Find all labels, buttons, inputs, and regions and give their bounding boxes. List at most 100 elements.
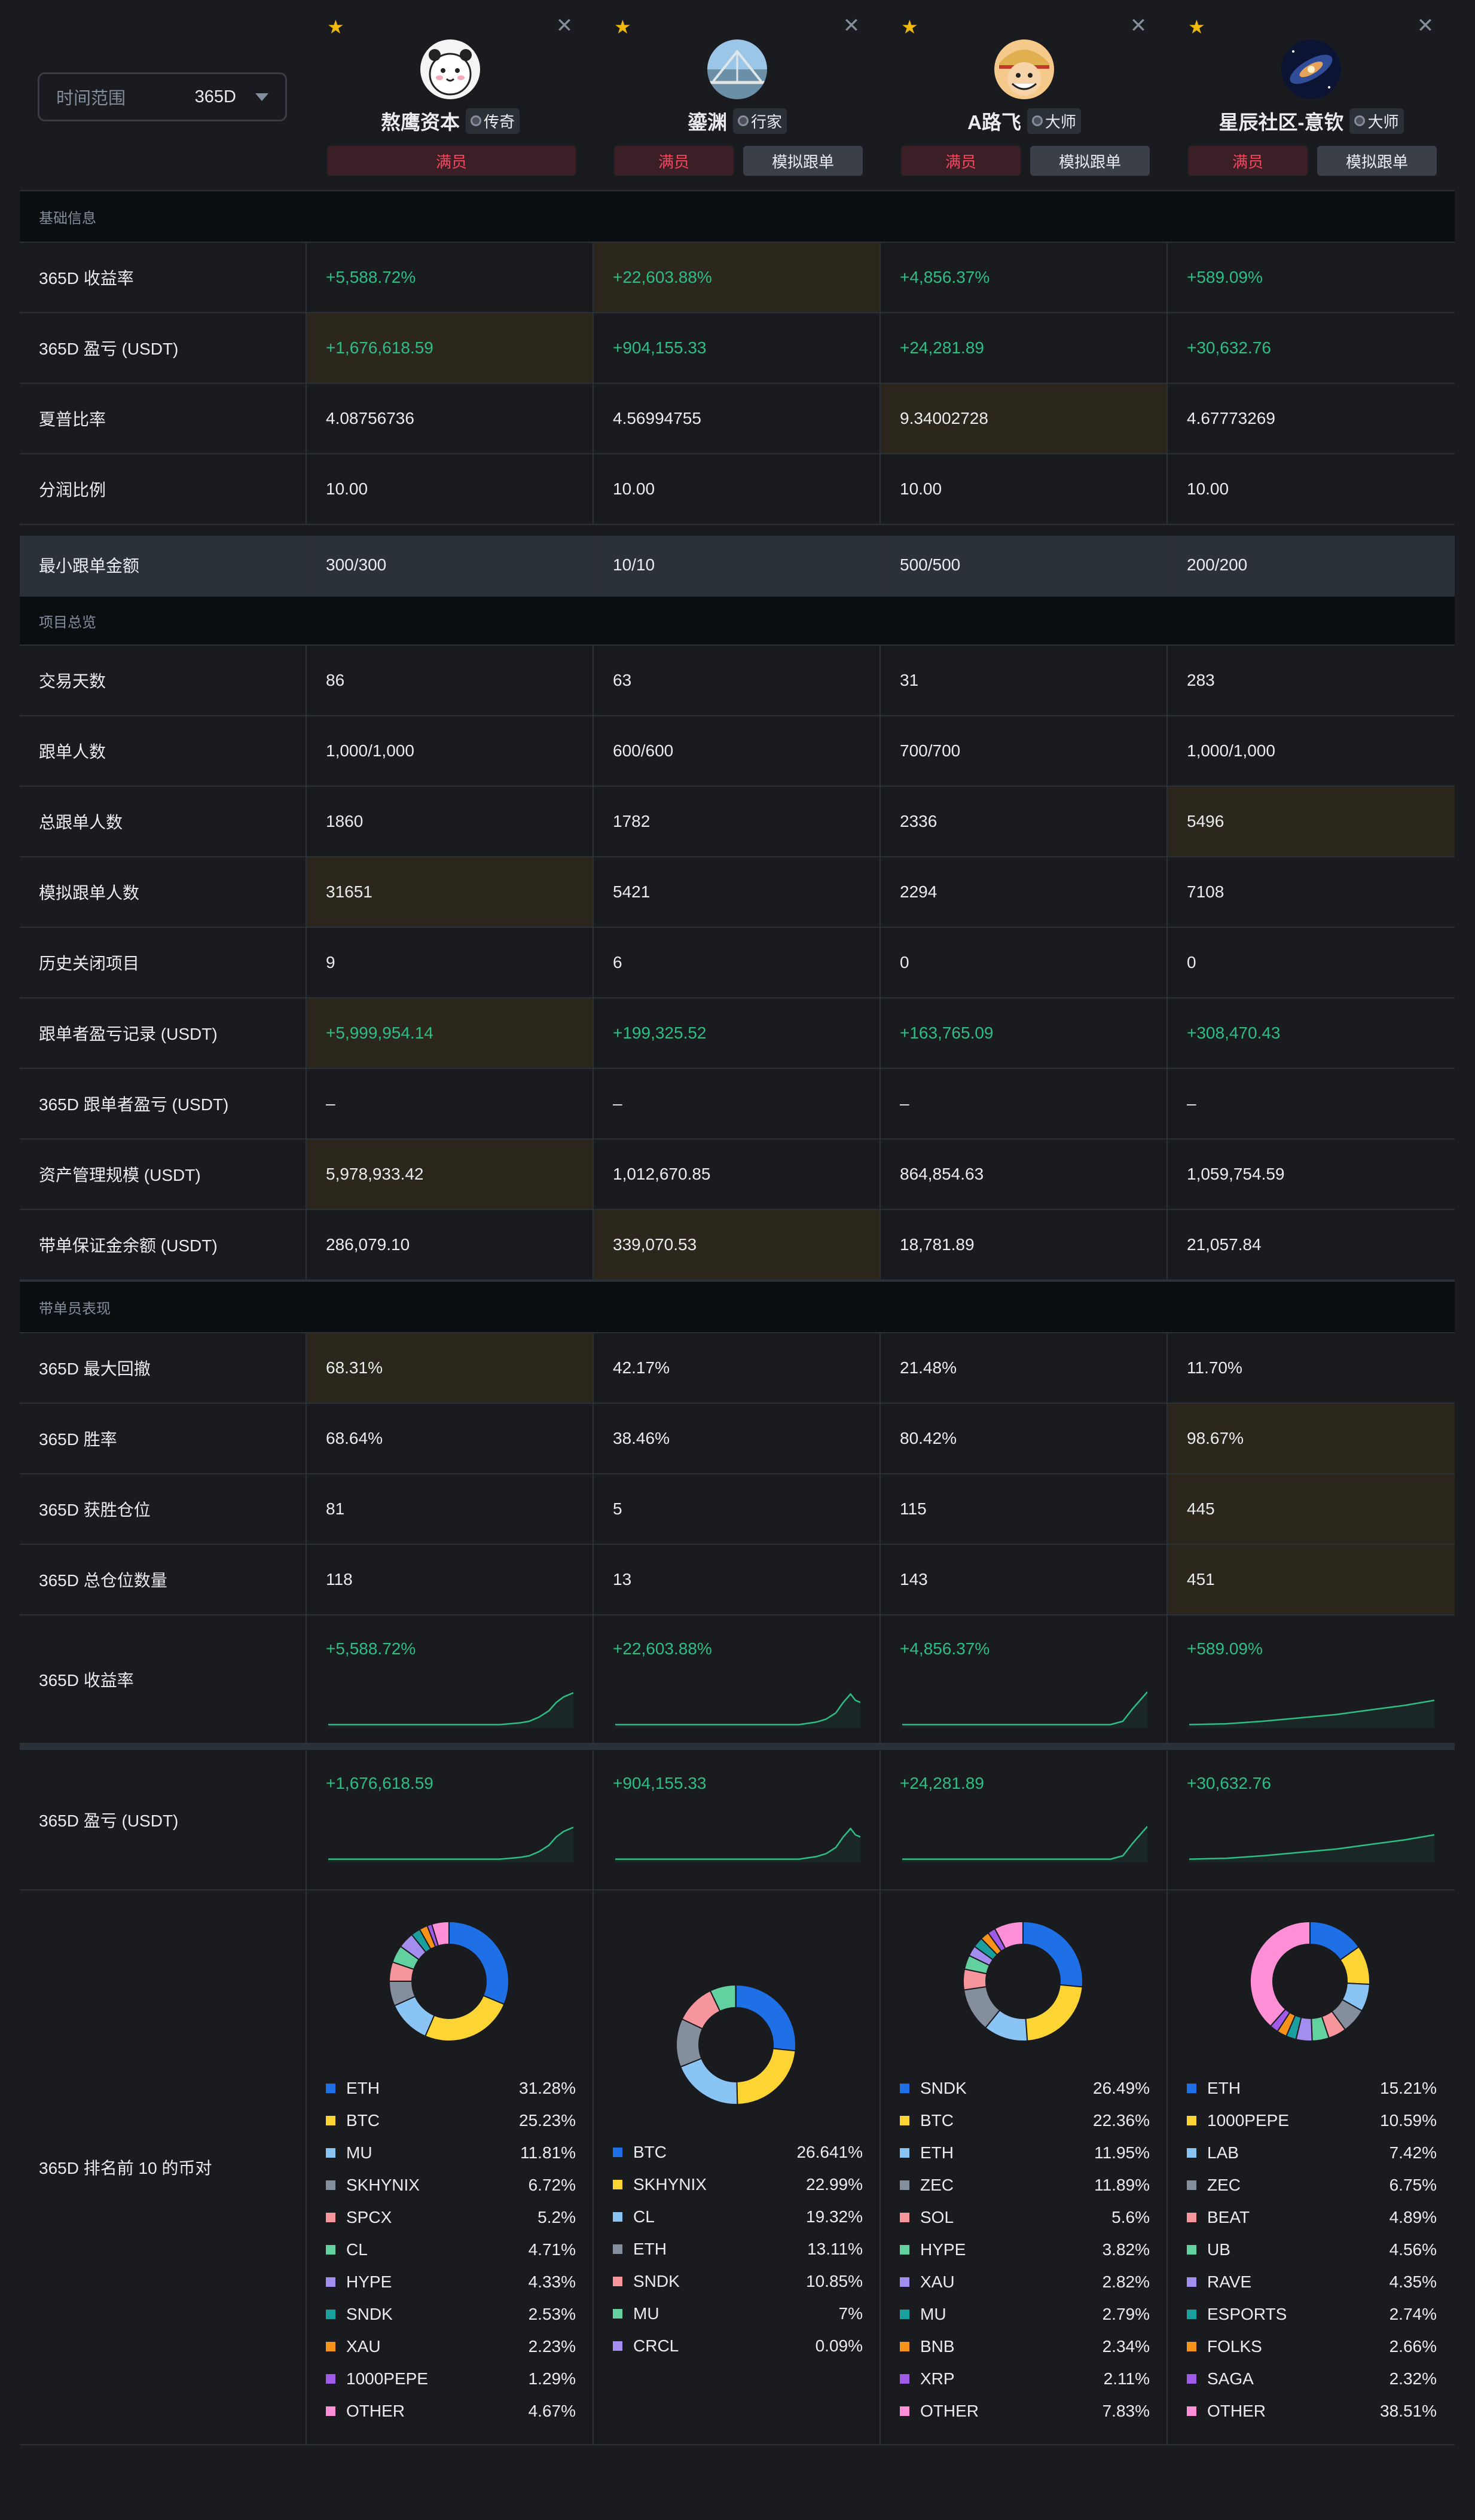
legend-value: 22.36% <box>1093 2111 1150 2130</box>
legend-value: 19.32% <box>806 2207 863 2226</box>
legend-label: OTHER <box>920 2402 979 2420</box>
row-label: 365D 胜率 <box>20 1404 307 1473</box>
donut-slice[interactable] <box>1022 1920 1083 1988</box>
trader-name[interactable]: A路飞 <box>967 106 1021 135</box>
cell: 1,059,754.59 <box>1187 1165 1285 1183</box>
level-badge-label: 传奇 <box>483 112 515 131</box>
level-badge: 行家 <box>732 108 787 134</box>
legend-label: SAGA <box>1207 2369 1254 2388</box>
cell: 5 <box>594 1474 881 1544</box>
cell: 0 <box>1187 953 1196 972</box>
trader-name[interactable]: 鎏渊 <box>688 106 727 135</box>
cell-highlight: +22,603.88% <box>594 243 881 312</box>
cell-highlight: +5,999,954.14 <box>307 998 594 1068</box>
legend-value: 2.32% <box>1389 2369 1437 2388</box>
sparkline-cell: +24,281.89 <box>881 1750 1168 1889</box>
sparkline-line <box>615 1693 860 1725</box>
avatar[interactable] <box>420 39 480 99</box>
simulate-copy-button[interactable]: 模拟跟单 <box>1317 146 1437 176</box>
legend-label: SPCX <box>346 2208 392 2226</box>
legend-value: 0.09% <box>815 2336 863 2355</box>
row-label: 365D 收益率 <box>20 243 307 312</box>
donut-slice[interactable] <box>1025 1984 1083 2042</box>
legend-swatch <box>613 2244 622 2254</box>
medal-icon <box>1031 115 1043 126</box>
row-label: 模拟跟单人数 <box>20 857 307 927</box>
trader-name[interactable]: 星辰社区-意钦 <box>1219 106 1343 135</box>
sparkline-chart <box>615 1827 860 1862</box>
row-label: 分润比例 <box>20 454 307 524</box>
legend-value: 2.23% <box>528 2337 576 2356</box>
close-icon[interactable]: ✕ <box>1416 16 1434 36</box>
row-label: 365D 排名前 10 的币对 <box>20 1890 307 2444</box>
cell: 21.48% <box>881 1333 1168 1403</box>
cell-highlight: 68.31% <box>307 1333 594 1403</box>
donut-slice[interactable] <box>679 2057 738 2105</box>
cell: 21,057.84 <box>1187 1235 1262 1254</box>
legend-swatch <box>326 2310 335 2319</box>
full-button[interactable]: 满员 <box>614 146 734 176</box>
legend-swatch <box>1187 2277 1196 2287</box>
full-button[interactable]: 满员 <box>901 146 1021 176</box>
medal-icon <box>1354 115 1366 126</box>
close-icon[interactable]: ✕ <box>1129 16 1147 36</box>
legend-item: BTC 26.641% <box>613 2136 863 2168</box>
legend-item: OTHER 4.67% <box>326 2395 576 2427</box>
cell: 63 <box>594 646 881 715</box>
cell: 38.46% <box>594 1404 881 1473</box>
cell: 2336 <box>881 787 1168 856</box>
sparkline-chart <box>328 1826 573 1862</box>
donut-chart <box>388 1920 509 2042</box>
donut-chart <box>676 1984 796 2105</box>
row-follower-pnl-365: 365D 跟单者盈亏 (USDT) – – – – <box>20 1069 1455 1140</box>
legend-label: MU <box>346 2143 372 2162</box>
sparkline-value: +4,856.37% <box>900 1639 990 1658</box>
donut-slice[interactable] <box>735 1984 737 2009</box>
legend-item: HYPE 4.33% <box>326 2266 576 2298</box>
avatar[interactable] <box>1281 39 1341 99</box>
cell: 5421 <box>594 857 881 927</box>
star-icon[interactable]: ★ <box>614 17 632 36</box>
row-label: 365D 跟单者盈亏 (USDT) <box>20 1069 307 1138</box>
legend-item: SNDK 2.53% <box>326 2298 576 2330</box>
legend-item: 1000PEPE 10.59% <box>1187 2104 1437 2137</box>
avatar[interactable] <box>707 39 767 99</box>
cell: 300/300 <box>307 536 594 594</box>
row-label: 365D 收益率 <box>20 1615 307 1743</box>
donut-slice[interactable] <box>448 1920 509 2005</box>
donut-slice[interactable] <box>1250 1920 1311 2027</box>
full-button[interactable]: 满员 <box>1188 146 1308 176</box>
donut-slice[interactable] <box>735 1984 796 2052</box>
legend-item: ETH 31.28% <box>326 2072 576 2104</box>
legend-item: CL 19.32% <box>613 2201 863 2233</box>
donut-slice[interactable] <box>736 2048 796 2105</box>
cell: 86 <box>307 646 594 715</box>
close-icon[interactable]: ✕ <box>842 16 860 36</box>
legend-label: HYPE <box>346 2272 392 2291</box>
legend-value: 11.95% <box>1094 2143 1150 2162</box>
full-button[interactable]: 满员 <box>327 146 576 176</box>
section-performance: 带单员表现 <box>20 1281 1455 1333</box>
simulate-copy-button[interactable]: 模拟跟单 <box>743 146 863 176</box>
star-icon[interactable]: ★ <box>1188 17 1206 36</box>
legend-item: SPCX 5.2% <box>326 2201 576 2234</box>
trader-name[interactable]: 熬鹰资本 <box>381 106 460 135</box>
row-win-rate: 365D 胜率 68.64% 38.46% 80.42% 98.67% <box>20 1404 1455 1474</box>
avatar[interactable] <box>994 39 1054 99</box>
sparkline-chart <box>1189 1834 1434 1862</box>
legend-swatch <box>900 2342 909 2351</box>
legend-label: OTHER <box>346 2402 405 2420</box>
time-range-select[interactable]: 时间范围 365D <box>38 72 287 121</box>
star-icon[interactable]: ★ <box>327 17 345 36</box>
star-icon[interactable]: ★ <box>901 17 919 36</box>
cell: 1782 <box>594 787 881 856</box>
cell: 10/10 <box>594 536 881 594</box>
row-profit-share: 分润比例 10.00 10.00 10.00 10.00 <box>20 454 1455 525</box>
simulate-copy-button[interactable]: 模拟跟单 <box>1030 146 1150 176</box>
pie-cell: SNDK 26.49% BTC 22.36% ETH 11.95% ZEC 11.89% SOL… <box>881 1890 1168 2444</box>
close-icon[interactable]: ✕ <box>555 16 573 36</box>
row-roi-chart: 365D 收益率 +5,588.72% +22,603.88% +4,856.3… <box>20 1615 1455 1744</box>
donut-slice[interactable] <box>424 1994 505 2042</box>
legend-label: MU <box>633 2304 659 2323</box>
cell: +5,588.72% <box>307 243 594 312</box>
